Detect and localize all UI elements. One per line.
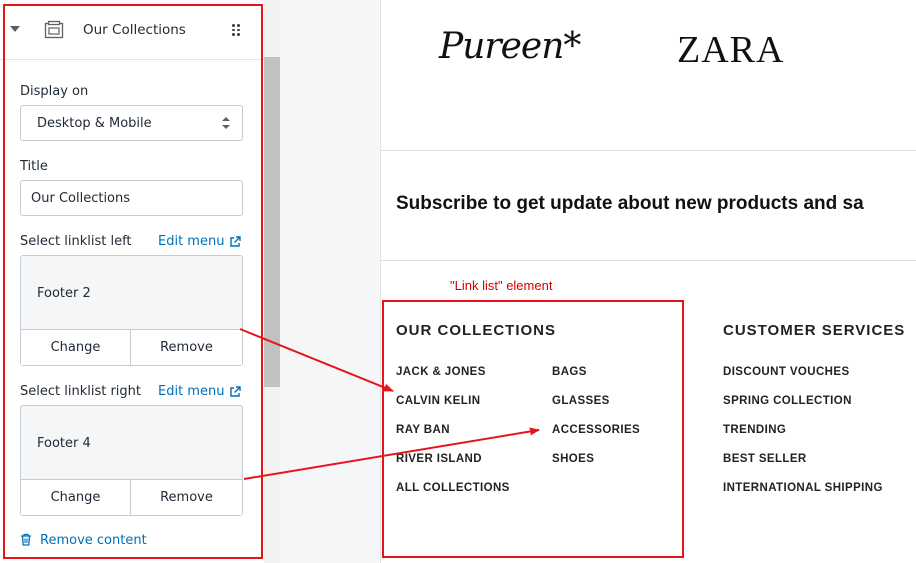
- footer-link[interactable]: DISCOUNT VOUCHES: [723, 366, 850, 378]
- footer-link[interactable]: CALVIN KELIN: [396, 395, 480, 407]
- footer-link[interactable]: RIVER ISLAND: [396, 453, 482, 465]
- external-link-icon[interactable]: [229, 386, 241, 398]
- preview-gutter: [280, 0, 381, 563]
- annotation-label: "Link list" element: [450, 278, 553, 293]
- change-button[interactable]: Change: [21, 330, 131, 365]
- linklist-left-value: Footer 2: [37, 286, 91, 301]
- brand-logo-pureen[interactable]: Pureen*: [439, 26, 581, 67]
- divider: [381, 260, 916, 261]
- linklist-left-actions: Change Remove: [21, 329, 242, 365]
- footer-link[interactable]: RAY BAN: [396, 424, 450, 436]
- select-arrows-icon: [222, 117, 230, 131]
- remove-content-button[interactable]: Remove content: [20, 533, 147, 548]
- panel-header: Our Collections: [0, 0, 264, 60]
- change-button[interactable]: Change: [21, 480, 131, 515]
- our-collections-heading: OUR COLLECTIONS: [396, 322, 556, 339]
- panel-scrollbar-thumb[interactable]: [264, 57, 280, 387]
- title-input[interactable]: [20, 180, 243, 216]
- store-preview: Pureen* ZARA Subscribe to get update abo…: [381, 0, 916, 563]
- edit-menu-right-link[interactable]: Edit menu: [158, 384, 224, 399]
- panel-title: Our Collections: [83, 22, 186, 38]
- display-on-label: Display on: [20, 84, 89, 99]
- external-link-icon[interactable]: [229, 236, 241, 248]
- section-icon: [44, 20, 64, 39]
- footer-link[interactable]: BEST SELLER: [723, 453, 807, 465]
- display-on-select[interactable]: Desktop & Mobile: [20, 105, 243, 141]
- remove-button[interactable]: Remove: [131, 330, 242, 365]
- customer-services-heading: CUSTOMER SERVICES: [723, 322, 906, 339]
- section-settings-panel: Our Collections Display on Desktop & Mob…: [0, 0, 264, 563]
- footer-link[interactable]: ACCESSORIES: [552, 424, 640, 436]
- linklist-left-card: Footer 2 Change Remove: [20, 255, 243, 366]
- newsletter-heading: Subscribe to get update about new produc…: [396, 193, 864, 214]
- footer-link[interactable]: BAGS: [552, 366, 587, 378]
- linklist-right-card: Footer 4 Change Remove: [20, 405, 243, 516]
- linklist-right-value: Footer 4: [37, 436, 91, 451]
- footer-link[interactable]: TRENDING: [723, 424, 786, 436]
- display-on-value: Desktop & Mobile: [37, 116, 152, 131]
- linklist-right-actions: Change Remove: [21, 479, 242, 515]
- remove-button[interactable]: Remove: [131, 480, 242, 515]
- divider: [381, 150, 916, 151]
- footer-link[interactable]: JACK & JONES: [396, 366, 486, 378]
- linklist-right-label: Select linklist right: [20, 384, 141, 399]
- brand-logo-zara[interactable]: ZARA: [677, 28, 784, 72]
- footer-link[interactable]: SPRING COLLECTION: [723, 395, 852, 407]
- drag-handle-icon[interactable]: [232, 24, 242, 36]
- remove-content-label: Remove content: [40, 533, 147, 548]
- footer-link[interactable]: ALL COLLECTIONS: [396, 482, 510, 494]
- footer-link[interactable]: INTERNATIONAL SHIPPING: [723, 482, 883, 494]
- trash-icon: [21, 533, 31, 546]
- footer-link[interactable]: GLASSES: [552, 395, 610, 407]
- title-label: Title: [20, 159, 48, 174]
- linklist-left-label: Select linklist left: [20, 234, 132, 249]
- collapse-caret-icon[interactable]: [10, 26, 20, 32]
- footer-link[interactable]: SHOES: [552, 453, 594, 465]
- edit-menu-left-link[interactable]: Edit menu: [158, 234, 224, 249]
